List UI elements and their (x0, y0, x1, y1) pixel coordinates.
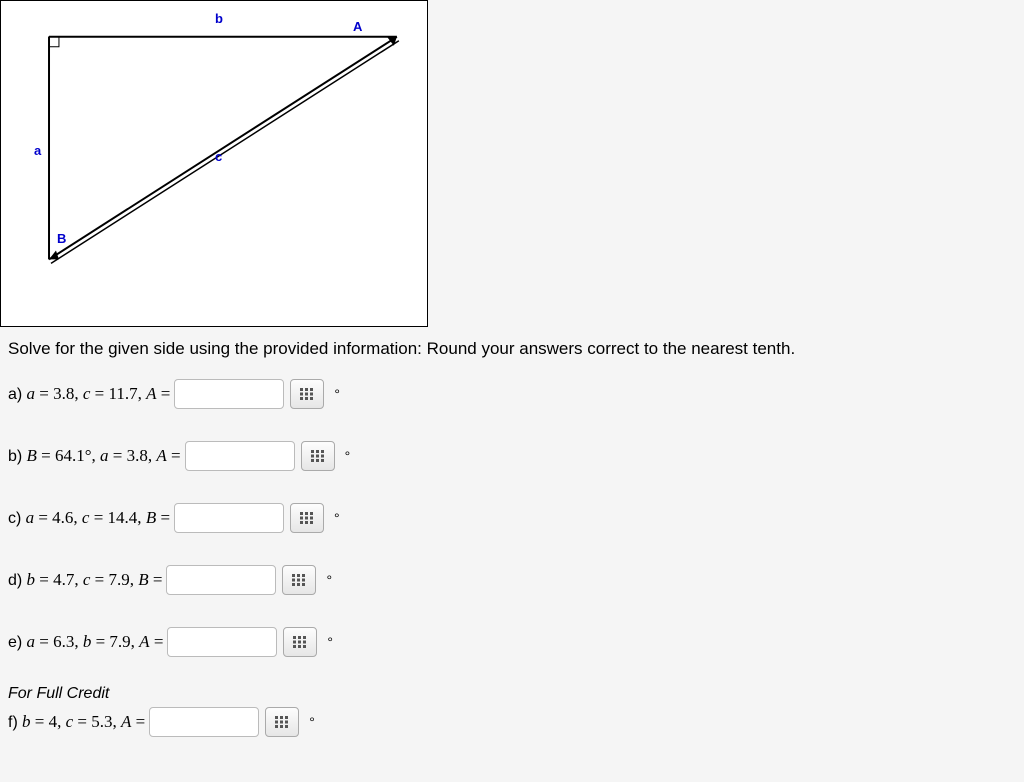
label-angle-B: B (57, 231, 66, 246)
question-e-input[interactable] (167, 627, 277, 657)
question-b: b) B = 64.1°, a = 3.8, A = ° (0, 425, 1024, 487)
degree-unit-f: ° (309, 714, 315, 730)
label-side-c: c (215, 149, 222, 164)
degree-unit-e: ° (327, 634, 333, 650)
keypad-button-d[interactable] (282, 565, 316, 595)
question-e: e) a = 6.3, b = 7.9, A = ° (0, 611, 1024, 673)
question-a: a) a = 3.8, c = 11.7, A = ° (0, 363, 1024, 425)
grid-icon (293, 636, 307, 648)
triangle-diagram: a b c A B (0, 0, 428, 327)
question-e-label: e) a = 6.3, b = 7.9, A = (8, 632, 163, 652)
triangle-svg (1, 1, 427, 326)
label-side-a: a (34, 143, 41, 158)
degree-unit-a: ° (334, 386, 340, 402)
grid-icon (275, 716, 289, 728)
keypad-button-c[interactable] (290, 503, 324, 533)
question-f-label: f) b = 4, c = 5.3, A = (8, 712, 145, 732)
question-f: f) b = 4, c = 5.3, A = ° (0, 703, 1024, 753)
instructions-text: Solve for the given side using the provi… (0, 327, 1024, 363)
label-side-b: b (215, 11, 223, 26)
question-a-label: a) a = 3.8, c = 11.7, A = (8, 384, 170, 404)
grid-icon (311, 450, 325, 462)
question-d-input[interactable] (166, 565, 276, 595)
grid-icon (300, 512, 314, 524)
question-c-input[interactable] (174, 503, 284, 533)
degree-unit-c: ° (334, 510, 340, 526)
question-c-label: c) a = 4.6, c = 14.4, B = (8, 508, 170, 528)
question-b-input[interactable] (185, 441, 295, 471)
question-b-label: b) B = 64.1°, a = 3.8, A = (8, 446, 181, 466)
question-f-input[interactable] (149, 707, 259, 737)
label-angle-A: A (353, 19, 362, 34)
keypad-button-f[interactable] (265, 707, 299, 737)
degree-unit-d: ° (326, 572, 332, 588)
keypad-button-a[interactable] (290, 379, 324, 409)
question-c: c) a = 4.6, c = 14.4, B = ° (0, 487, 1024, 549)
grid-icon (292, 574, 306, 586)
credit-note: For Full Credit (0, 673, 1024, 703)
keypad-button-e[interactable] (283, 627, 317, 657)
question-d: d) b = 4.7, c = 7.9, B = ° (0, 549, 1024, 611)
keypad-button-b[interactable] (301, 441, 335, 471)
question-d-label: d) b = 4.7, c = 7.9, B = (8, 570, 162, 590)
degree-unit-b: ° (345, 448, 351, 464)
question-a-input[interactable] (174, 379, 284, 409)
grid-icon (300, 388, 314, 400)
